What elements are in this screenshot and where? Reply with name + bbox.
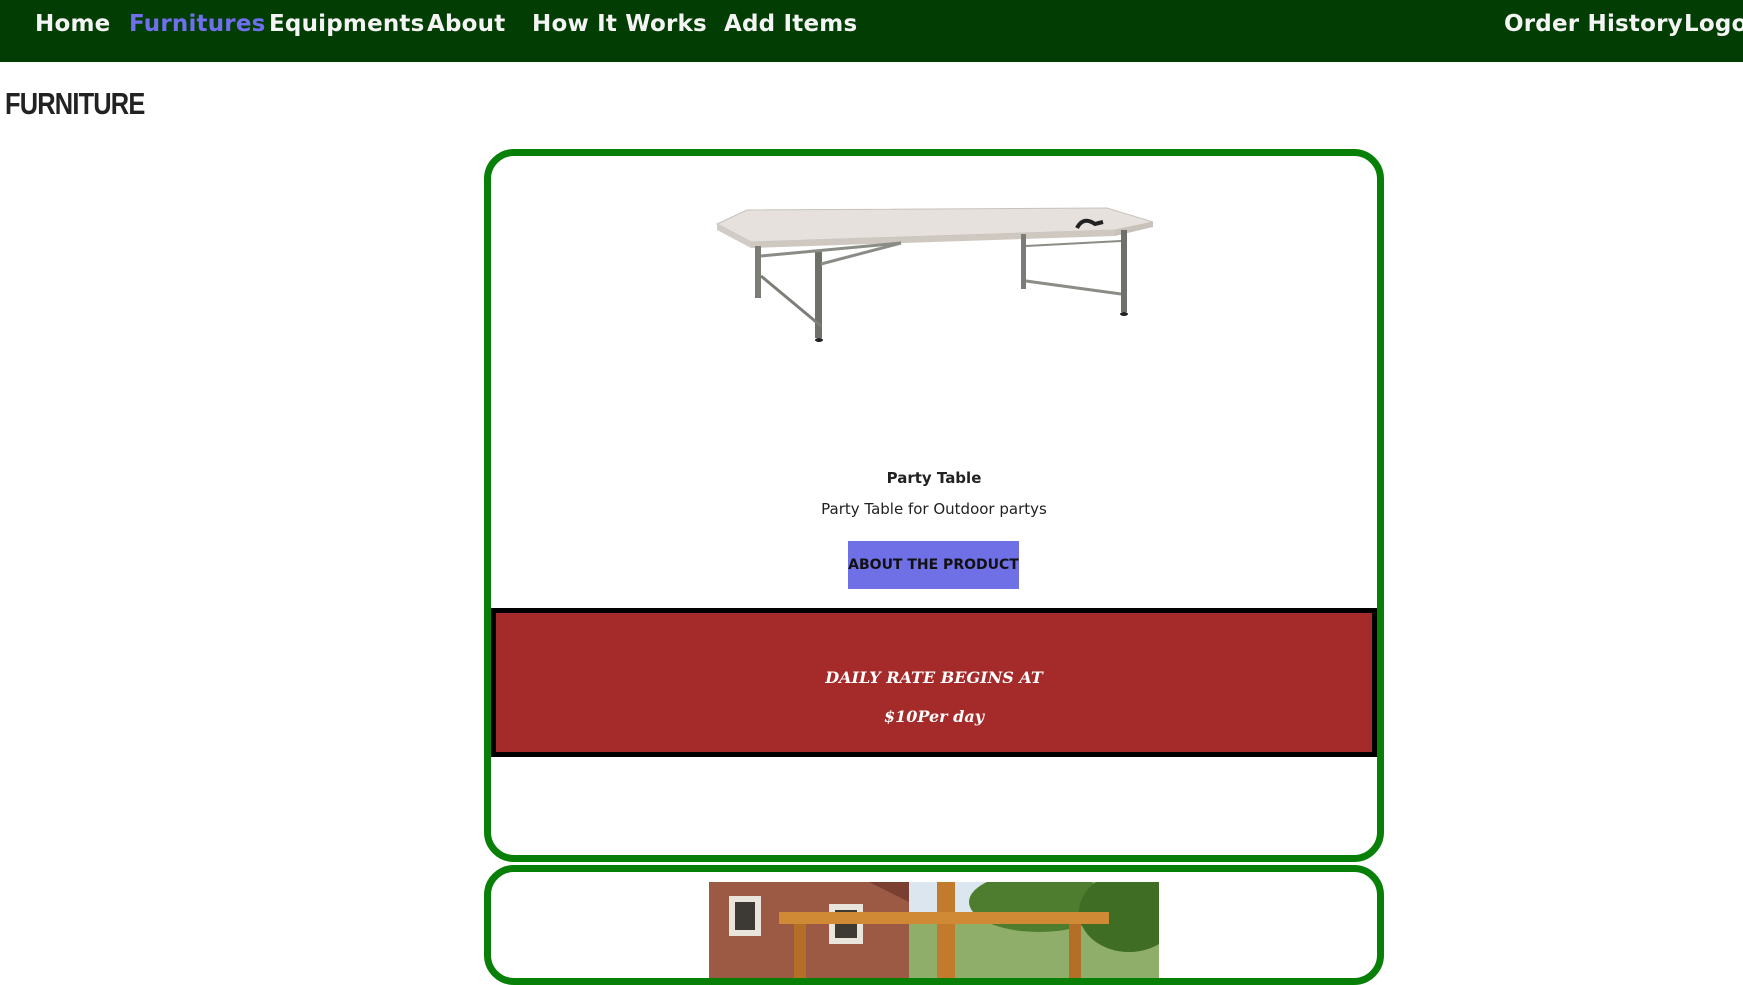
product-name: Party Table [886,469,982,487]
nav-about-link[interactable]: About [427,11,505,37]
folding-table-photo-icon [711,186,1161,376]
nav-add-items-link[interactable]: Add Items [724,11,857,37]
product-card [484,865,1384,985]
nav-how-it-works-link[interactable]: How It Works [532,11,707,37]
garden-furniture-photo-icon [709,882,1159,978]
nav-equipments-link[interactable]: Equipments [269,11,425,37]
rate-heading: DAILY RATE BEGINS AT [825,668,1043,687]
top-navbar: Home Furnitures Equipments About How It … [0,0,1743,62]
nav-logout-link[interactable]: Logout [1684,11,1743,37]
nav-furnitures-link[interactable]: Furnitures [129,11,266,37]
product-description: Party Table for Outdoor partys [821,500,1047,518]
page-title: FURNITURE [5,86,145,121]
about-product-button[interactable]: About the product [848,541,1019,589]
daily-rate-box: DAILY RATE BEGINS AT $10Per day [491,608,1377,757]
product-card: Party Table Party Table for Outdoor part… [484,149,1384,862]
nav-order-history-link[interactable]: Order History [1504,11,1683,37]
nav-home-link[interactable]: Home [35,11,110,37]
rate-value: $10Per day [883,707,985,726]
